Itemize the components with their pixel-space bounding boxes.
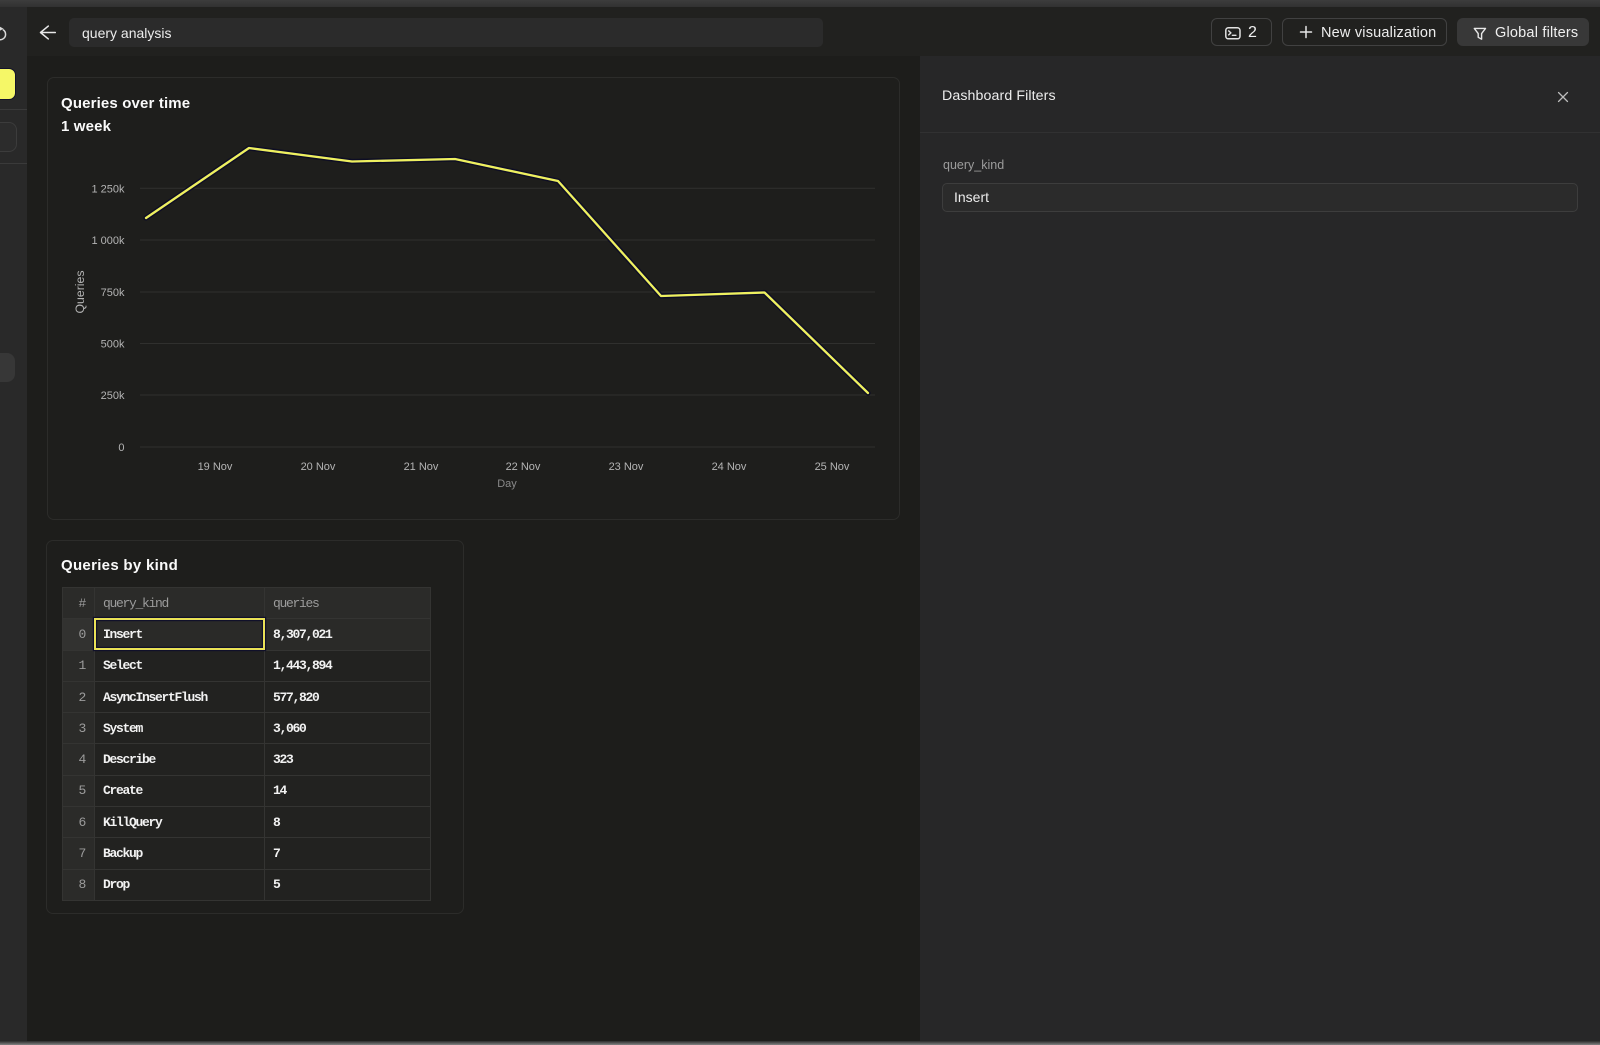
- svg-text:250k: 250k: [101, 390, 125, 402]
- svg-text:20 Nov: 20 Nov: [301, 461, 336, 473]
- svg-text:19 Nov: 19 Nov: [198, 461, 233, 473]
- svg-text:24 Nov: 24 Nov: [712, 461, 747, 473]
- svg-text:21 Nov: 21 Nov: [404, 461, 439, 473]
- svg-text:1 000k: 1 000k: [91, 235, 125, 247]
- svg-text:500k: 500k: [101, 339, 125, 351]
- svg-text:Day: Day: [497, 478, 517, 490]
- svg-text:Queries: Queries: [73, 270, 87, 313]
- svg-text:750k: 750k: [101, 287, 125, 299]
- svg-text:0: 0: [118, 442, 124, 454]
- svg-text:1 250k: 1 250k: [91, 183, 125, 195]
- svg-text:22 Nov: 22 Nov: [506, 461, 541, 473]
- svg-text:23 Nov: 23 Nov: [609, 461, 644, 473]
- svg-text:25 Nov: 25 Nov: [815, 461, 850, 473]
